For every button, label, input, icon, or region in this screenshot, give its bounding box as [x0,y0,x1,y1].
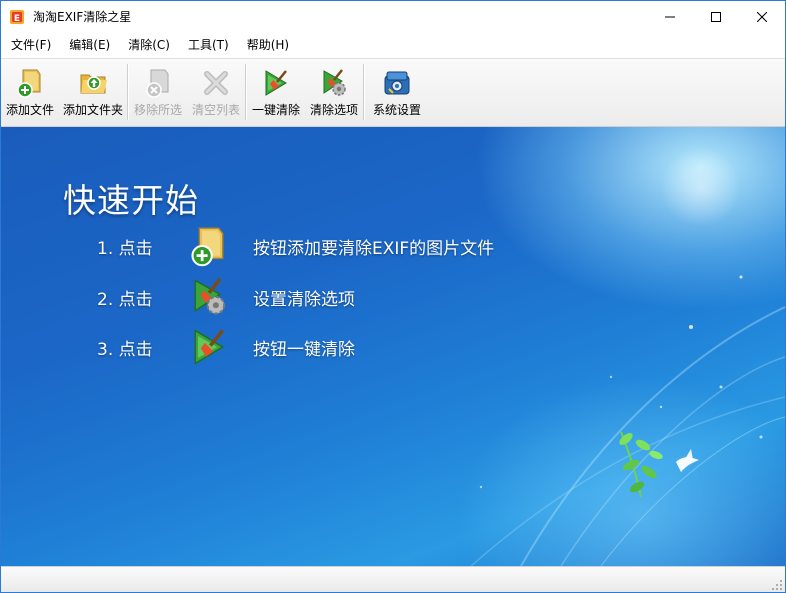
maximize-button[interactable] [693,1,739,32]
toolbar: 添加文件 添加文件夹 移除所选 清空列表 一键清除 清除选项 系统设置 [1,59,785,127]
quickstart-title: 快速开始 [63,181,199,220]
quickstart-step-2: 2. 点击 设置清除选项 [97,272,355,322]
minimize-button[interactable] [647,1,693,32]
system-settings-label: 系统设置 [372,103,421,117]
step-1-number: 1. 点击 [97,238,153,259]
menu-edit[interactable]: 编辑(E) [59,32,118,58]
menu-tools[interactable]: 工具(T) [178,32,237,58]
clean-options-button[interactable]: 清除选项 [305,59,363,123]
menu-clean[interactable]: 清除(C) [118,32,178,58]
clear-list-button[interactable]: 清空列表 [187,59,245,123]
one-click-clean-button[interactable]: 一键清除 [247,59,305,123]
add-folder-button[interactable]: 添加文件夹 [59,59,127,123]
add-folder-label: 添加文件夹 [62,103,123,117]
clear-list-icon [204,71,228,95]
minimize-icon [665,16,675,17]
one-click-clean-label: 一键清除 [251,103,300,117]
clean-options-icon[interactable] [187,275,231,319]
remove-selected-icon [146,69,169,98]
quickstart-step-3: 3. 点击 按钮一键清除 [97,322,355,372]
menu-bar: 文件(F) 编辑(E) 清除(C) 工具(T) 帮助(H) [1,32,785,59]
broom-clean-icon[interactable] [187,325,231,369]
add-file-button[interactable]: 添加文件 [1,59,59,123]
svg-text:E: E [14,14,20,24]
clear-list-label: 清空列表 [191,103,240,117]
status-bar [1,566,785,592]
maximize-icon [711,11,721,22]
close-button[interactable] [739,1,785,32]
app-logo-icon: E [10,9,24,24]
menu-help[interactable]: 帮助(H) [237,32,297,58]
menu-file[interactable]: 文件(F) [1,32,59,58]
settings-toolbox-icon [384,71,410,95]
app-window: E 淘淘EXIF清除之星 文件(F) 编辑(E) 清除(C) 工具(T) 帮助(… [0,0,786,593]
close-icon [757,11,767,22]
add-file-icon[interactable] [187,224,231,268]
step-3-number: 3. 点击 [97,339,153,360]
clean-options-icon [323,69,346,96]
quickstart-panel: 快速开始 1. 点击 按钮添加要清除EXIF的图片文件 2. 点击 设置清除选项 [1,127,785,566]
remove-selected-button[interactable]: 移除所选 [129,59,187,123]
plant-decoration [619,431,663,498]
quickstart-step-1: 1. 点击 按钮添加要清除EXIF的图片文件 [97,221,494,271]
add-file-icon [17,69,41,98]
broom-clean-icon [265,70,287,96]
step-3-text: 按钮一键清除 [253,339,355,360]
step-1-text: 按钮添加要清除EXIF的图片文件 [253,238,495,259]
window-title: 淘淘EXIF清除之星 [33,10,132,24]
resize-grip-icon[interactable] [771,579,783,591]
step-2-text: 设置清除选项 [253,289,355,310]
remove-selected-label: 移除所选 [133,103,182,117]
add-file-label: 添加文件 [5,103,54,117]
step-2-number: 2. 点击 [97,289,153,310]
clean-options-label: 清除选项 [309,103,358,117]
title-bar[interactable]: E 淘淘EXIF清除之星 [1,1,785,32]
add-folder-icon [80,74,107,94]
system-settings-button[interactable]: 系统设置 [365,59,429,123]
